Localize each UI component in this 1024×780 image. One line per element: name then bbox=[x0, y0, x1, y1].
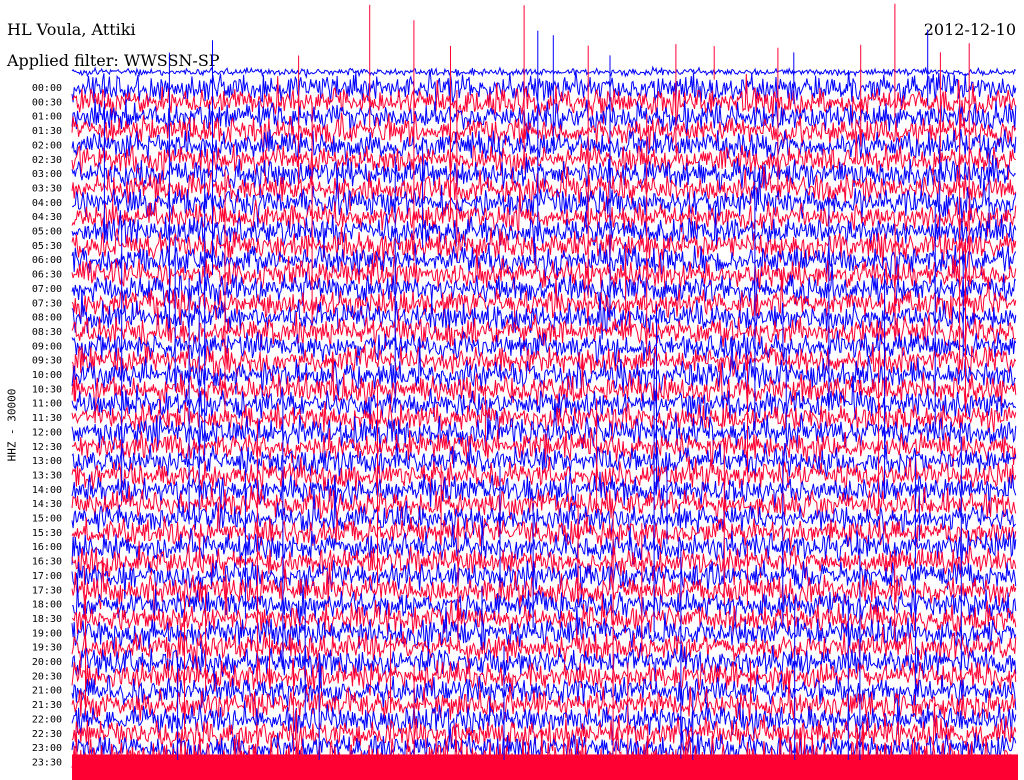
row-tick-label: 18:00 bbox=[32, 600, 62, 611]
row-tick-label: 16:00 bbox=[32, 542, 62, 553]
row-tick-label: 14:30 bbox=[32, 499, 62, 510]
row-tick-label: 18:30 bbox=[32, 614, 62, 625]
row-tick-label: 03:00 bbox=[32, 169, 62, 180]
row-tick-label: 12:00 bbox=[32, 427, 62, 438]
row-tick-label: 22:00 bbox=[32, 714, 62, 725]
row-tick-label: 01:30 bbox=[32, 126, 62, 137]
row-tick-label: 08:00 bbox=[32, 313, 62, 324]
row-tick-label: 03:30 bbox=[32, 183, 62, 194]
row-tick-label: 10:00 bbox=[32, 370, 62, 381]
row-tick-label: 14:00 bbox=[32, 485, 62, 496]
row-tick-label: 10:30 bbox=[32, 384, 62, 395]
row-tick-label: 22:30 bbox=[32, 729, 62, 740]
row-tick-label: 13:00 bbox=[32, 456, 62, 467]
row-tick-label: 23:00 bbox=[32, 743, 62, 754]
row-tick-label: 17:30 bbox=[32, 585, 62, 596]
trace-line bbox=[71, 540, 1017, 586]
row-tick-label: 19:30 bbox=[32, 643, 62, 654]
row-tick-label: 21:00 bbox=[32, 686, 62, 697]
row-tick-label: 08:30 bbox=[32, 327, 62, 338]
trace-group bbox=[71, 65, 1018, 780]
trace-line bbox=[71, 65, 1017, 79]
row-tick-label: 15:00 bbox=[32, 514, 62, 525]
row-tick-label: 09:00 bbox=[32, 341, 62, 352]
row-tick-label: 00:30 bbox=[32, 97, 62, 108]
row-tick-label: 09:30 bbox=[32, 356, 62, 367]
trace-line bbox=[71, 186, 1017, 237]
trace-line bbox=[71, 502, 1017, 553]
row-tick-label: 07:00 bbox=[32, 284, 62, 295]
row-tick-label: 20:30 bbox=[32, 671, 62, 682]
row-tick-label: 17:00 bbox=[32, 571, 62, 582]
row-tick-label: 00:00 bbox=[32, 83, 62, 94]
row-tick-label: 06:30 bbox=[32, 270, 62, 281]
tick-label-group: 00:00 00:30 01:00 01:30 02:00 02:30 03:00 03:30… bbox=[32, 83, 62, 768]
row-tick-label: 05:00 bbox=[32, 227, 62, 238]
row-tick-label: 05:30 bbox=[32, 241, 62, 252]
seismogram-plot: 00:00 00:30 01:00 01:30 02:00 02:30 03:00 03:30… bbox=[32, 3, 1018, 780]
row-tick-label: 07:30 bbox=[32, 298, 62, 309]
trace-fill bbox=[72, 754, 1018, 780]
row-tick-label: 15:30 bbox=[32, 528, 62, 539]
row-tick-label: 13:30 bbox=[32, 470, 62, 481]
row-tick-label: 06:00 bbox=[32, 255, 62, 266]
row-tick-label: 04:00 bbox=[32, 198, 62, 209]
row-tick-label: 02:30 bbox=[32, 155, 62, 166]
row-tick-label: 11:00 bbox=[32, 399, 62, 410]
row-tick-label: 19:00 bbox=[32, 628, 62, 639]
row-tick-label: 02:00 bbox=[32, 140, 62, 151]
row-tick-label: 21:30 bbox=[32, 700, 62, 711]
row-tick-label: 01:00 bbox=[32, 112, 62, 123]
row-tick-label: 16:30 bbox=[32, 557, 62, 568]
row-tick-label: 23:30 bbox=[32, 757, 62, 768]
row-tick-label: 20:00 bbox=[32, 657, 62, 668]
row-tick-label: 11:30 bbox=[32, 413, 62, 424]
row-tick-label: 12:30 bbox=[32, 442, 62, 453]
row-tick-label: 04:30 bbox=[32, 212, 62, 223]
